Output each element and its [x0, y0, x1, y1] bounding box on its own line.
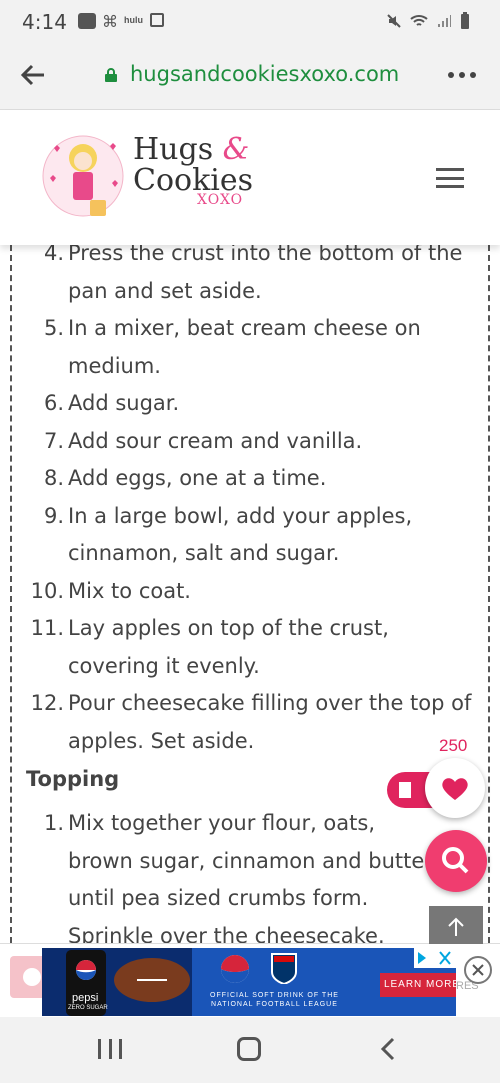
slack-icon: ⌘: [102, 14, 118, 31]
list-item: 9. In a large bowl, add your apples, cinn…: [43, 503, 413, 566]
heart-icon: [442, 778, 468, 800]
site-logo-text[interactable]: Hugs & Cookies XOXO: [133, 132, 253, 208]
pepsi-brand-text: pepsi: [72, 992, 99, 1004]
site-logo-image[interactable]: [40, 128, 126, 228]
instruction-list: 4. Press the crust into the bottom of the…: [12, 245, 482, 760]
heart-button[interactable]: [425, 758, 485, 818]
logo-hugs: Hugs: [133, 132, 214, 167]
pepsi-ad-banner[interactable]: pepsi ZERO SUGAR OFFICIAL SOFT DRINK OF …: [42, 948, 456, 1016]
menu-icon[interactable]: [436, 168, 464, 188]
list-item: 1. Mix together your flour, oats, brown s…: [43, 811, 433, 943]
pepsi-logo-icon: [221, 955, 249, 983]
back-button[interactable]: [378, 1037, 398, 1061]
wifi-icon: [410, 15, 428, 26]
more-options-icon[interactable]: [448, 60, 480, 90]
browser-url-bar: hugsandcookiesxoxo.com: [0, 44, 500, 110]
adchoices-icon[interactable]: [414, 948, 456, 968]
url-text[interactable]: hugsandcookiesxoxo.com: [130, 62, 399, 86]
list-item: 5. In a mixer, beat cream cheese on mediu…: [43, 316, 421, 378]
status-right-icons: [386, 12, 470, 30]
nfl-official-text: OFFICIAL SOFT DRINK OF THE NATIONAL FOOT…: [210, 992, 339, 1008]
bookmark-icon: [399, 782, 411, 798]
battery-icon: [461, 12, 469, 29]
lock-icon: [105, 68, 117, 82]
system-nav-bar: [0, 1017, 500, 1083]
scroll-to-top-button[interactable]: [429, 906, 483, 944]
close-ad-button[interactable]: [464, 956, 492, 984]
close-icon: [472, 964, 484, 976]
topping-heading: Topping: [26, 767, 120, 791]
ad-product-area: pepsi ZERO SUGAR: [42, 948, 192, 1016]
topping-list: 1. Mix together your flour, oats, brown s…: [12, 805, 442, 943]
heart-count: 250: [439, 736, 468, 755]
list-item: 10. Mix to coat.: [30, 578, 191, 603]
list-item: 6. Add sugar.: [43, 391, 180, 415]
list-item: 11. Lay apples on top of the crust, cover…: [30, 616, 389, 678]
home-button[interactable]: [237, 1037, 261, 1061]
pepsi-can-image: [66, 950, 190, 1016]
logo-ampersand: &: [222, 132, 250, 167]
list-item: 4. Press the crust into the bottom of the…: [43, 245, 463, 303]
learn-more-button[interactable]: LEARN MORE: [380, 973, 456, 997]
search-icon: [442, 847, 469, 874]
hulu-icon: hulu: [124, 15, 143, 25]
ad-bar: RES pepsi ZERO SUGAR OFFICIAL SOFT DRINK: [0, 943, 500, 1017]
list-item: 12. Pour cheesecake filling over the top …: [30, 691, 472, 753]
recent-apps-button[interactable]: [98, 1039, 122, 1059]
list-item: 8. Add eggs, one at a time.: [43, 466, 327, 490]
pepsi-tagline: ZERO SUGAR: [68, 1005, 108, 1011]
mute-icon: [387, 14, 401, 28]
hulu-icon: [78, 13, 96, 29]
search-button[interactable]: [425, 830, 487, 892]
signal-icon: [438, 15, 451, 27]
arrow-up-icon: [448, 917, 464, 936]
status-time: 4:14: [22, 10, 67, 34]
back-arrow-icon[interactable]: [18, 60, 48, 90]
list-item: 7. Add sour cream and vanilla.: [43, 428, 363, 453]
site-header: Hugs & Cookies XOXO: [0, 110, 500, 245]
status-bar: 4:14 ⌘ hulu: [0, 0, 500, 44]
recipe-instructions: 4. Press the crust into the bottom of the…: [10, 245, 490, 943]
nfl-shield-icon: [271, 953, 297, 984]
image-icon: [150, 13, 164, 27]
